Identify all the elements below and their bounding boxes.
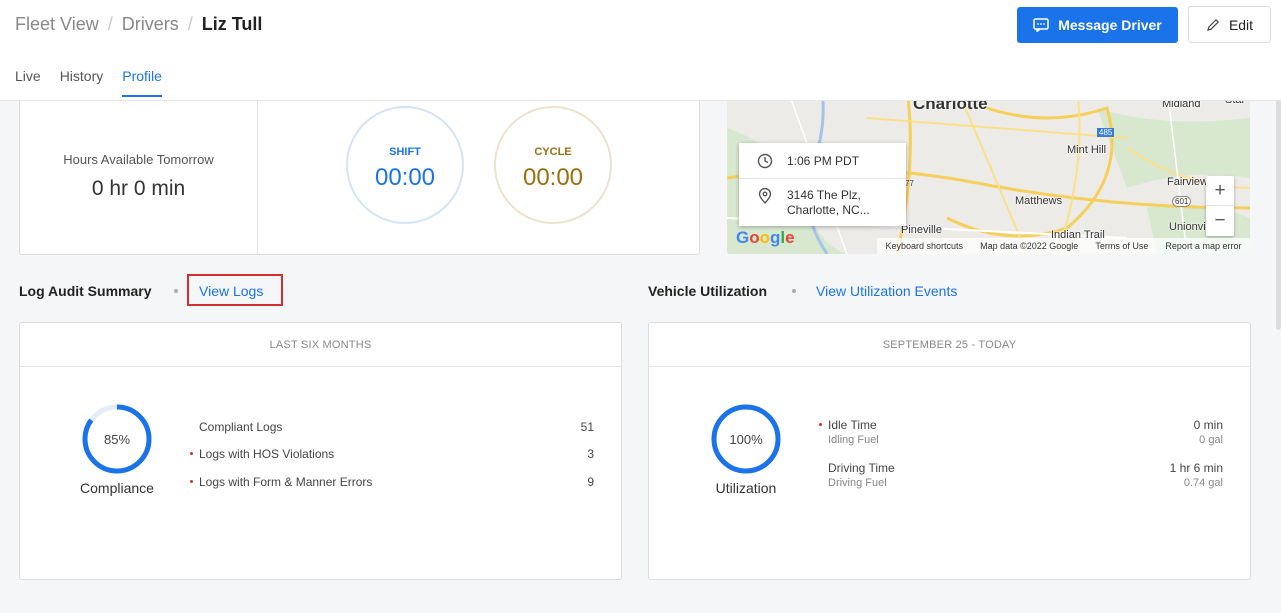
popup-address: 3146 The Plz, Charlotte, NC...	[787, 188, 870, 218]
map-footer: Keyboard shortcuts Map data ©2022 Google…	[877, 238, 1250, 254]
map-label-mint-hill: Mint Hill	[1067, 144, 1107, 156]
clock-icon	[757, 153, 773, 168]
hours-available-label: Hours Available Tomorrow	[63, 152, 214, 167]
message-driver-button[interactable]: Message Driver	[1017, 7, 1178, 43]
edit-button[interactable]: Edit	[1188, 6, 1271, 43]
location-map[interactable]: Charlotte Midland Star Mint Hill Fairvie…	[727, 88, 1250, 254]
popup-address-row: 3146 The Plz, Charlotte, NC...	[739, 179, 906, 226]
keyboard-shortcuts-link[interactable]: Keyboard shortcuts	[886, 241, 964, 251]
tab-bar: Live History Profile	[15, 68, 162, 97]
view-utilization-events-link[interactable]: View Utilization Events	[816, 283, 957, 299]
map-label-matthews: Matthews	[1015, 195, 1063, 207]
shift-value: 00:00	[374, 164, 436, 191]
location-popup: 1:06 PM PDT 3146 The Plz, Charlotte, NC.…	[739, 143, 906, 226]
hos-violations-label: Logs with HOS Violations	[199, 447, 335, 461]
tab-profile[interactable]: Profile	[122, 68, 162, 97]
map-label-fairview: Fairview	[1167, 176, 1208, 188]
hours-available-section: Hours Available Tomorrow 0 hr 0 min	[20, 88, 258, 254]
location-pin-icon	[758, 188, 772, 204]
map-label-unionville: Unionvi	[1169, 221, 1206, 233]
hours-available-value: 0 hr 0 min	[91, 177, 186, 200]
report-map-error-link[interactable]: Report a map error	[1165, 241, 1241, 251]
page-header: Fleet View / Drivers / Liz Tull Message …	[0, 0, 1281, 101]
page-scrollbar[interactable]	[1276, 100, 1281, 330]
idling-fuel-label: Idling Fuel	[828, 434, 879, 446]
cycle-label: CYCLE	[534, 146, 572, 158]
driving-fuel-label: Driving Fuel	[828, 477, 887, 489]
map-zoom-control: + −	[1206, 176, 1234, 236]
zoom-out-button[interactable]: −	[1206, 206, 1234, 236]
view-logs-highlight	[187, 274, 283, 306]
error-dot	[190, 480, 193, 483]
terms-of-use-link[interactable]: Terms of Use	[1095, 241, 1148, 251]
popup-address-line1: 3146 The Plz,	[787, 188, 861, 202]
form-manner-errors-label: Logs with Form & Manner Errors	[199, 475, 373, 489]
compliance-donut: 85%	[81, 403, 153, 475]
cycle-ring: CYCLE 00:00	[494, 106, 612, 224]
cycle-value: 00:00	[522, 164, 584, 191]
edit-label: Edit	[1228, 16, 1254, 33]
tab-live[interactable]: Live	[15, 68, 41, 97]
vehicle-utilization-title: Vehicle Utilization	[648, 283, 768, 299]
driving-fuel-value: 0.74 gal	[1183, 477, 1223, 489]
breadcrumb-separator: /	[107, 14, 113, 34]
hours-card: Hours Available Tomorrow 0 hr 0 min SHIF…	[19, 88, 700, 255]
road-shield-77: 77	[905, 179, 914, 188]
breadcrumb-drivers[interactable]: Drivers	[122, 14, 179, 35]
log-audit-title: Log Audit Summary	[19, 283, 152, 299]
compliance-caption: Compliance	[80, 480, 154, 496]
utilization-percent: 100%	[729, 432, 763, 447]
idle-time-value: 0 min	[1193, 418, 1223, 432]
breadcrumb-fleet-view[interactable]: Fleet View	[15, 14, 99, 35]
compliant-logs-label: Compliant Logs	[199, 420, 283, 434]
popup-time-row: 1:06 PM PDT	[739, 143, 906, 179]
section-dot	[174, 289, 178, 293]
section-dot	[792, 289, 796, 293]
vehicle-utilization-card: SEPTEMBER 25 - TODAY 100% Utilization Id…	[648, 322, 1251, 580]
utilization-caption: Utilization	[715, 480, 777, 496]
message-icon	[1033, 18, 1049, 32]
driving-time-label: Driving Time	[828, 461, 895, 475]
map-label-pineville: Pineville	[901, 224, 942, 236]
driving-time-value: 1 hr 6 min	[1169, 461, 1223, 475]
compliance-percent: 85%	[103, 432, 131, 447]
idle-time-label: Idle Time	[828, 418, 877, 432]
log-audit-card: LAST SIX MONTHS 85% Compliance Compliant…	[19, 322, 622, 580]
tab-history[interactable]: History	[60, 68, 104, 97]
message-driver-label: Message Driver	[1058, 17, 1162, 33]
popup-address-line2: Charlotte, NC...	[787, 203, 870, 217]
road-shield-485: 485	[1097, 128, 1115, 137]
road-shield-601: 601	[1172, 196, 1192, 207]
compliant-logs-value: 51	[580, 420, 594, 434]
page-title: Liz Tull	[201, 14, 263, 34]
popup-time: 1:06 PM PDT	[787, 153, 860, 168]
form-manner-errors-value: 9	[587, 475, 594, 489]
google-logo: Google	[736, 228, 795, 247]
zoom-in-button[interactable]: +	[1206, 176, 1234, 206]
shift-ring: SHIFT 00:00	[346, 106, 464, 224]
shift-label: SHIFT	[389, 146, 421, 158]
utilization-donut: 100%	[710, 403, 782, 475]
utilization-period: SEPTEMBER 25 - TODAY	[649, 323, 1250, 367]
breadcrumb-separator: /	[187, 14, 193, 34]
idling-fuel-value: 0 gal	[1199, 434, 1223, 446]
pencil-icon	[1207, 18, 1219, 31]
map-data-text: Map data ©2022 Google	[980, 241, 1079, 251]
idle-dot	[819, 423, 822, 426]
violation-dot	[190, 452, 193, 455]
breadcrumb: Fleet View / Drivers / Liz Tull	[15, 14, 262, 35]
hos-violations-value: 3	[587, 447, 594, 461]
log-audit-period: LAST SIX MONTHS	[20, 323, 621, 367]
